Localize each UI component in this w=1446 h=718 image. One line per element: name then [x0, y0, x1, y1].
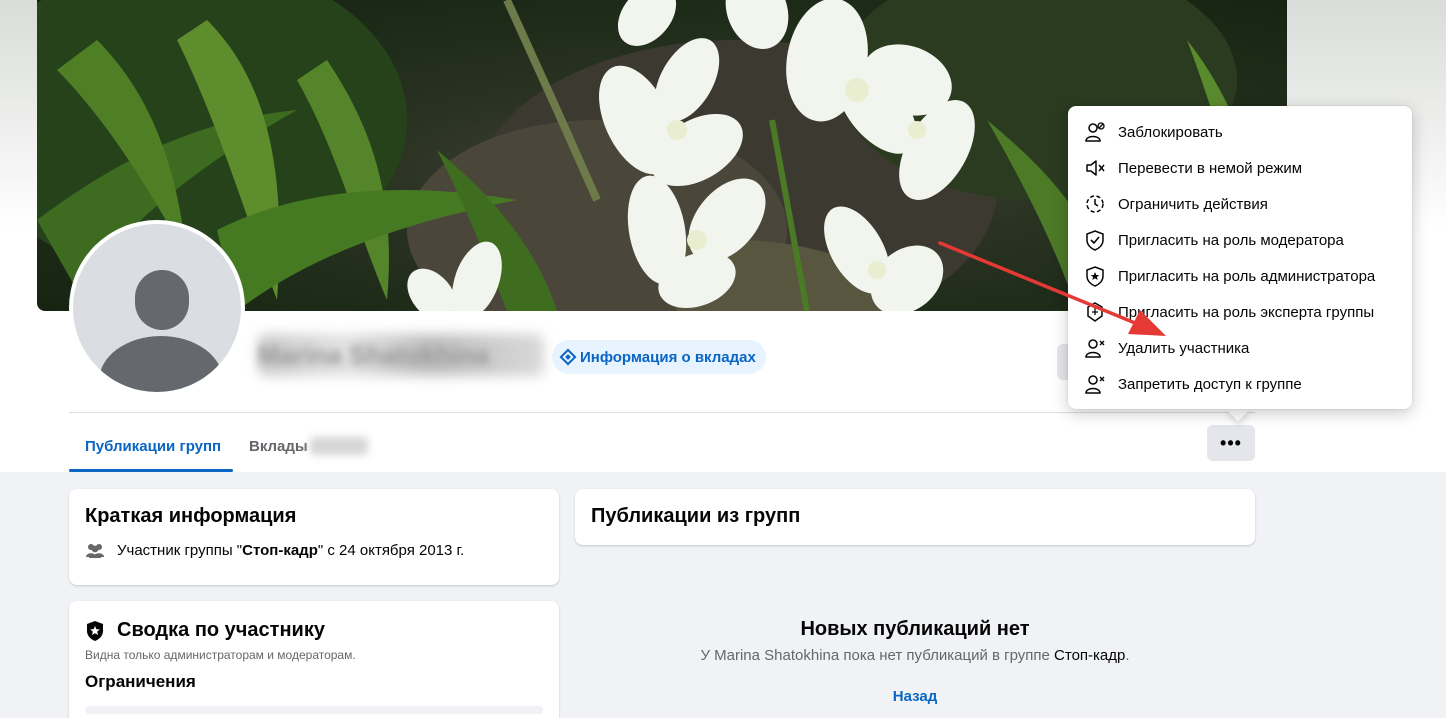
menu-item-label: Пригласить на роль модератора: [1118, 231, 1344, 249]
profile-avatar[interactable]: [69, 220, 245, 396]
mute-icon: [1086, 160, 1105, 176]
empty-posts-title: Новых публикаций нет: [800, 618, 1030, 640]
menu-item-label: Пригласить на роль администратора: [1118, 267, 1376, 285]
tab-group-posts-label: Публикации групп: [85, 437, 222, 455]
intro-title: Краткая информация: [85, 505, 297, 527]
ban-user-icon: [1085, 375, 1105, 394]
menu-item-restrict[interactable]: Ограничить действия: [1076, 186, 1404, 222]
menu-item-label: Ограничить действия: [1118, 195, 1268, 213]
members-icon: [86, 543, 104, 558]
restrictions-heading: Ограничения: [85, 672, 196, 691]
member-summary-title: Сводка по участнику: [117, 619, 325, 641]
menu-item-remove-member[interactable]: Удалить участника: [1076, 330, 1404, 366]
contributions-info-label: Информация о вкладах: [580, 348, 756, 366]
tab-contributions-label: Вклады: [249, 437, 308, 455]
menu-item-label: Перевести в немой режим: [1118, 159, 1303, 177]
empty-posts-state: Новых публикаций нет У Marina Shatokhina…: [575, 618, 1255, 706]
menu-item-label: Заблокировать: [1118, 123, 1223, 141]
restrict-icon: [1086, 195, 1104, 213]
expert-badge-icon: [1087, 302, 1103, 322]
group-posts-card: Публикации из групп: [575, 489, 1255, 545]
menu-item-invite-expert[interactable]: Пригласить на роль эксперта группы: [1076, 294, 1404, 330]
member-options-menu: Заблокировать Перевести в немой режим Ог…: [1068, 106, 1412, 409]
menu-item-block[interactable]: Заблокировать: [1076, 114, 1404, 150]
tab-contributions[interactable]: Вклады: [249, 420, 368, 472]
remove-user-icon: [1085, 339, 1105, 358]
moderator-shield-icon: [1086, 230, 1104, 251]
membership-group-link[interactable]: Стоп-кадр: [242, 542, 318, 559]
default-avatar-icon: [73, 224, 241, 392]
restrictions-placeholder: [85, 706, 543, 714]
empty-posts-group-link[interactable]: Стоп-кадр: [1054, 647, 1125, 664]
menu-item-ban-member[interactable]: Запретить доступ к группе: [1076, 366, 1404, 402]
admin-shield-icon: [87, 620, 103, 641]
menu-item-mute[interactable]: Перевести в немой режим: [1076, 150, 1404, 186]
block-user-icon: [1085, 122, 1105, 142]
diamond-icon: [559, 348, 577, 366]
profile-name: Marina Shatokhina: [258, 340, 490, 370]
menu-item-label: Удалить участника: [1118, 339, 1250, 357]
member-summary-card: Сводка по участнику Видна только админис…: [69, 601, 559, 718]
contributions-count-redaction: [309, 437, 368, 455]
menu-item-invite-moderator[interactable]: Пригласить на роль модератора: [1076, 222, 1404, 258]
membership-row: Участник группы "Стоп-кадр" с 24 октября…: [85, 542, 543, 559]
more-options-icon: •••: [1220, 432, 1242, 453]
menu-item-invite-admin[interactable]: Пригласить на роль администратора: [1076, 258, 1404, 294]
header-divider: [69, 412, 1255, 413]
summary-visibility-note: Видна только администраторам и модератор…: [85, 648, 356, 662]
group-posts-title: Публикации из групп: [591, 505, 801, 527]
more-options-button[interactable]: •••: [1207, 425, 1255, 461]
back-link[interactable]: Назад: [893, 688, 937, 705]
membership-text: Участник группы "Стоп-кадр" с 24 октября…: [117, 542, 465, 559]
contributions-info-button[interactable]: Информация о вкладах: [552, 340, 766, 374]
intro-card: Краткая информация Участник группы "Стоп…: [69, 489, 559, 585]
active-tab-indicator: [69, 469, 233, 472]
empty-posts-text: У Marina Shatokhina пока нет публикаций …: [700, 647, 1130, 664]
admin-shield-star-icon: [1086, 266, 1104, 287]
tab-group-posts[interactable]: Публикации групп: [85, 420, 221, 472]
menu-item-label: Пригласить на роль эксперта группы: [1118, 303, 1375, 321]
menu-item-label: Запретить доступ к группе: [1118, 375, 1302, 393]
